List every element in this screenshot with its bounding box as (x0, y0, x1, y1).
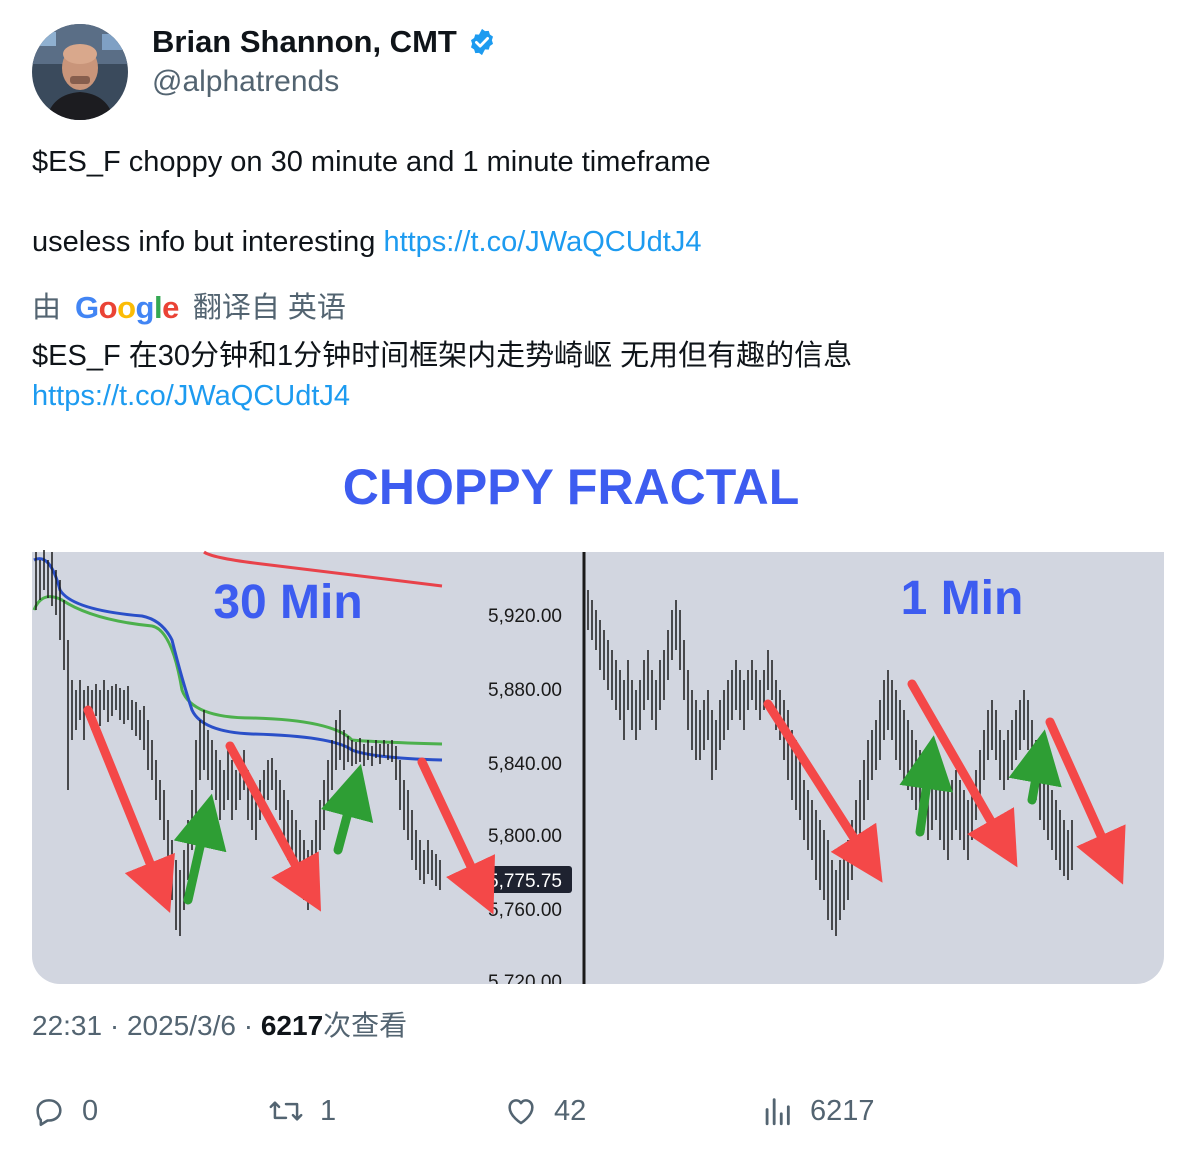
author-handle[interactable]: @alphatrends (152, 64, 339, 100)
views-button[interactable]: 6217 (760, 1094, 875, 1128)
tweet-link[interactable]: https://t.co/JWaQCUdtJ4 (383, 226, 701, 258)
like-count: 42 (554, 1094, 587, 1127)
tweet-meta: 22:31 · 2025/3/6 · 6217次查看 (32, 1008, 407, 1044)
right-panel-label: 1 Min (901, 572, 1024, 625)
views-count: 6217 (260, 1010, 324, 1041)
translated-link-anchor[interactable]: https://t.co/JWaQCUdtJ4 (32, 380, 350, 412)
meta-separator: · (243, 1010, 261, 1041)
heart-icon (508, 1099, 534, 1125)
retweet-icon (269, 1101, 303, 1121)
retweet-button[interactable]: 1 (268, 1094, 336, 1128)
action-bar: 0 1 42 6217 (0, 1094, 1196, 1134)
view-count: 6217 (810, 1094, 875, 1127)
author-name-row[interactable]: Brian Shannon, CMT (152, 24, 497, 60)
price-tick: 5,880.00 (488, 680, 562, 701)
translation-attribution: 由 Google 翻译自 英语 (32, 288, 346, 328)
price-tick: 5,920.00 (488, 606, 562, 627)
google-logo: Google (75, 290, 179, 325)
avatar[interactable] (32, 24, 128, 120)
reply-icon (36, 1099, 62, 1127)
right-panel-bg (584, 552, 1164, 984)
chart-image: CHOPPY FRACTAL 30 Min 1 Min 5,920.00 5,8… (32, 440, 1164, 984)
verified-badge-icon (470, 28, 493, 56)
author-name[interactable]: Brian Shannon, CMT (152, 24, 457, 60)
last-price-tag: 5,775.75 (488, 871, 562, 892)
tweet-text-line2-body: useless info but interesting (32, 226, 384, 258)
translated-link[interactable]: https://t.co/JWaQCUdtJ4 (32, 378, 350, 414)
price-tick: 5,760.00 (488, 900, 562, 921)
price-tick: 5,800.00 (488, 826, 562, 847)
retweet-count: 1 (320, 1094, 337, 1127)
tweet-media[interactable]: CHOPPY FRACTAL 30 Min 1 Min 5,920.00 5,8… (32, 440, 1164, 984)
reply-count: 0 (82, 1094, 99, 1127)
translated-text: $ES_F 在30分钟和1分钟时间框架内走势崎岖 无用但有趣的信息 (32, 340, 853, 372)
translation-by-label: 由 (32, 292, 62, 324)
price-tick: 5,720.00 (488, 972, 562, 984)
reply-button[interactable]: 0 (32, 1094, 98, 1128)
left-panel-label: 30 Min (213, 576, 362, 629)
views-label: 次查看 (323, 1010, 408, 1041)
tweet-time[interactable]: 22:31 (32, 1010, 102, 1041)
avatar-image (32, 24, 128, 120)
meta-separator: · (109, 1010, 127, 1041)
analytics-icon (765, 1098, 790, 1126)
price-tick: 5,840.00 (488, 754, 562, 775)
tweet-text-line1: $ES_F choppy on 30 minute and 1 minute t… (32, 146, 711, 178)
like-button[interactable]: 42 (504, 1094, 586, 1128)
banner-title: CHOPPY FRACTAL (343, 459, 800, 515)
tweet-date[interactable]: 2025/3/6 (127, 1010, 236, 1041)
translation-from-label[interactable]: 翻译自 英语 (193, 288, 346, 328)
tweet-text-line2: useless info but interesting https://t.c… (32, 224, 701, 260)
